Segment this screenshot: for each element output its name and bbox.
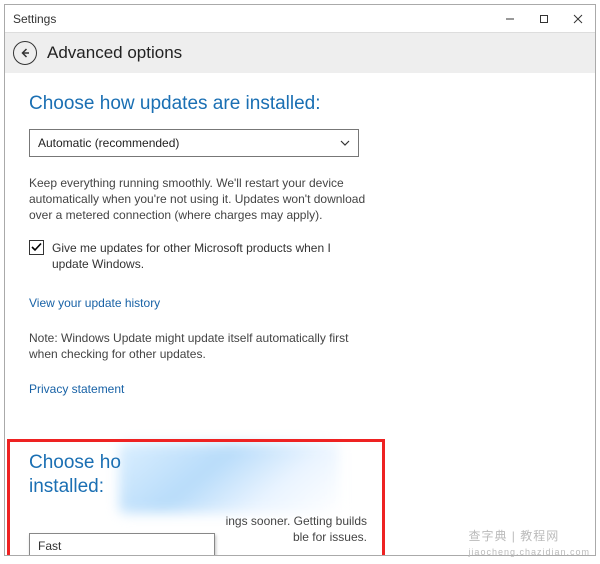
- section-heading-updates: Choose how updates are installed:: [29, 93, 571, 115]
- back-button[interactable]: [13, 41, 37, 65]
- content-area: Choose how updates are installed: Automa…: [5, 73, 595, 555]
- window-title: Settings: [5, 12, 493, 26]
- minimize-button[interactable]: [493, 5, 527, 33]
- chevron-down-icon: [340, 138, 350, 148]
- privacy-link[interactable]: Privacy statement: [29, 382, 571, 396]
- page-title: Advanced options: [47, 43, 182, 63]
- build-speed-dropdown-open[interactable]: Fast Slow: [29, 533, 215, 555]
- view-history-link[interactable]: View your update history: [29, 296, 571, 310]
- window-controls: [493, 5, 595, 33]
- section-preview-builds: Choose ho installed:: [29, 451, 369, 499]
- titlebar: Settings: [5, 5, 595, 33]
- section-heading-preview: Choose ho installed:: [29, 451, 129, 499]
- install-mode-dropdown[interactable]: Automatic (recommended): [29, 129, 359, 157]
- note-text: Note: Windows Update might update itself…: [29, 330, 369, 362]
- maximize-button[interactable]: [527, 5, 561, 33]
- watermark-text: 查字典 | 教程网 jiaocheng.chazidian.com: [468, 527, 590, 558]
- ms-products-checkbox-row[interactable]: Give me updates for other Microsoft prod…: [29, 240, 369, 272]
- dropdown-option-fast[interactable]: Fast: [30, 534, 214, 555]
- close-button[interactable]: [561, 5, 595, 33]
- install-mode-description: Keep everything running smoothly. We'll …: [29, 175, 369, 224]
- settings-window: Settings Advanced options Choose how upd…: [4, 4, 596, 556]
- checkbox-label: Give me updates for other Microsoft prod…: [52, 240, 369, 272]
- page-header: Advanced options: [5, 33, 595, 73]
- checkbox-icon: [29, 240, 44, 255]
- dropdown-value: Automatic (recommended): [38, 136, 340, 150]
